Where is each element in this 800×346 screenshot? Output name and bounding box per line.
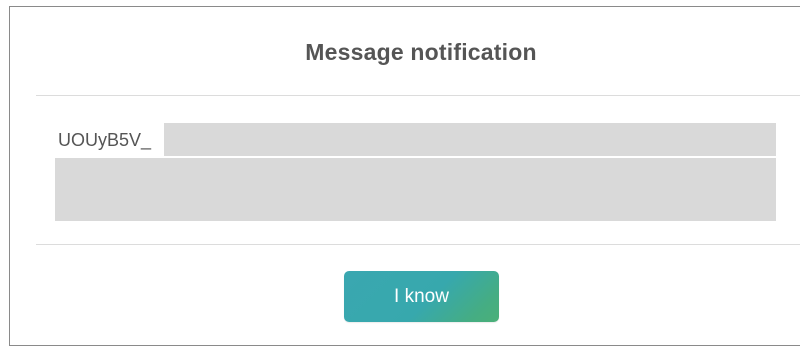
redacted-text-block xyxy=(164,123,776,156)
message-notification-dialog: Message notification UOUyB5V_ I know xyxy=(9,6,800,346)
redacted-text-block xyxy=(55,158,776,221)
header-divider xyxy=(36,95,800,96)
dialog-title: Message notification xyxy=(305,39,537,65)
message-line: UOUyB5V_ xyxy=(55,123,776,156)
footer-divider xyxy=(36,244,800,245)
message-text: UOUyB5V_ xyxy=(58,130,152,150)
i-know-button[interactable]: I know xyxy=(344,271,499,322)
